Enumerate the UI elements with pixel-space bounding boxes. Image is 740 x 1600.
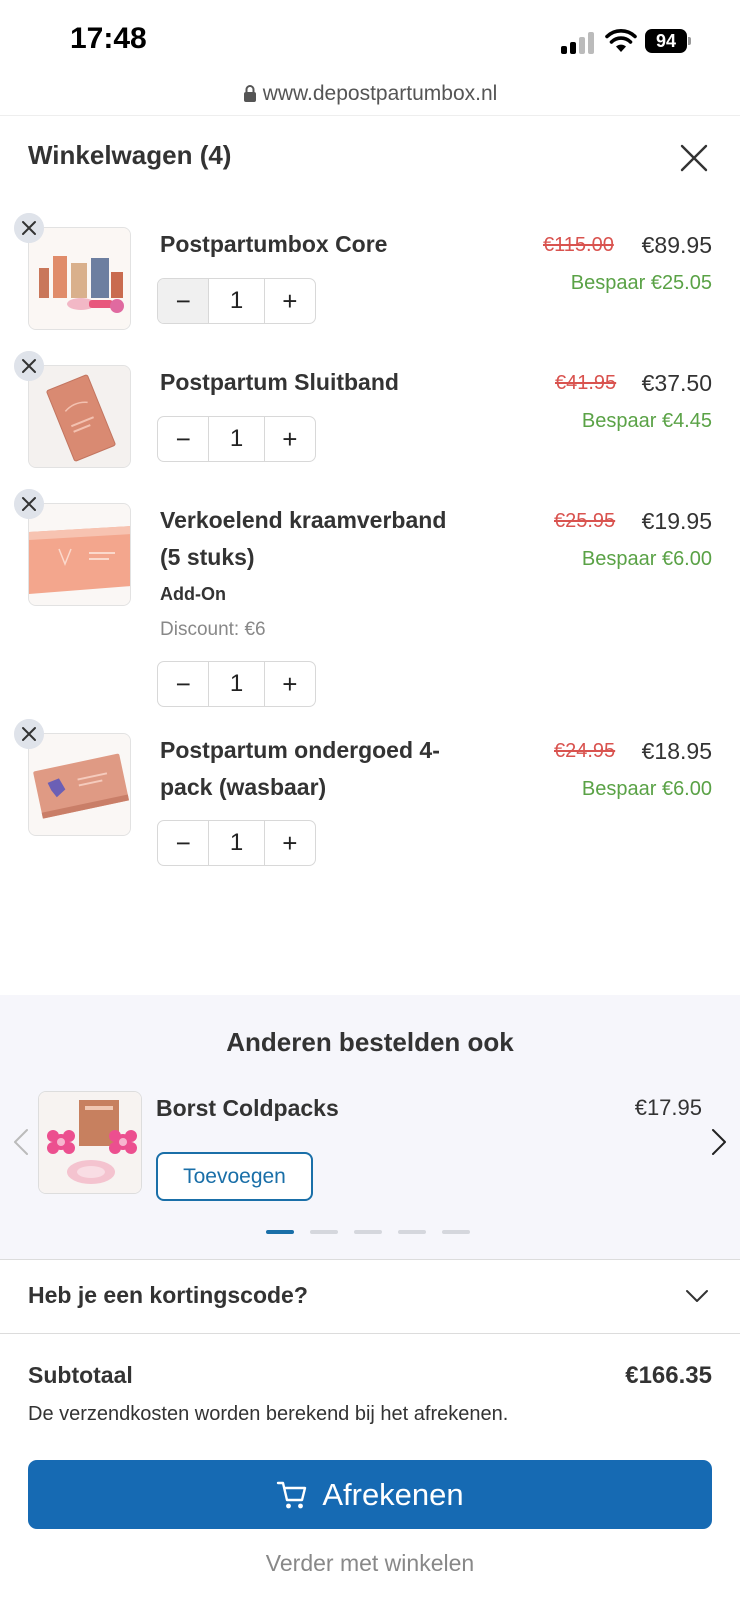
item-price: €89.95 <box>641 232 712 258</box>
item-savings: Bespaar €6.00 <box>581 548 712 570</box>
increase-qty-button[interactable]: + <box>265 821 315 865</box>
divider <box>0 115 740 116</box>
item-savings: Bespaar €6.00 <box>581 778 712 800</box>
status-bar: 17:48 94 <box>0 0 740 80</box>
divider <box>0 1259 740 1260</box>
item-name[interactable]: Postpartum ondergoed 4-pack (wasbaar) <box>160 732 480 806</box>
address-bar[interactable]: www.depostpartumbox.nl <box>0 82 740 114</box>
decrease-qty-button[interactable]: − <box>158 821 208 865</box>
item-savings: Bespaar €4.45 <box>581 410 712 432</box>
divider <box>0 1333 740 1334</box>
shipping-note: De verzendkosten worden berekend bij het… <box>28 1403 509 1425</box>
quantity-stepper: − 1 + <box>157 416 316 462</box>
item-savings: Bespaar €25.05 <box>570 272 712 294</box>
increase-qty-button[interactable]: + <box>265 417 315 461</box>
item-name[interactable]: Postpartumbox Core <box>160 226 480 263</box>
wifi-icon <box>605 29 637 52</box>
remove-item-icon[interactable] <box>14 213 44 243</box>
quantity-stepper: − 1 + <box>157 820 316 866</box>
item-old-price: €25.95 <box>554 510 616 532</box>
coupon-label: Heb je een kortingscode? <box>28 1282 308 1308</box>
item-price: €37.50 <box>641 370 712 396</box>
chevron-down-icon <box>686 1290 708 1302</box>
lock-icon <box>243 85 256 102</box>
quantity-stepper: − 1 + <box>157 661 316 707</box>
product-image[interactable] <box>28 503 131 606</box>
decrease-qty-button[interactable]: − <box>158 662 208 706</box>
carousel-dot[interactable] <box>442 1230 470 1234</box>
item-name[interactable]: Verkoelend kraamverband (5 stuks) <box>160 502 460 576</box>
carousel-dot[interactable] <box>266 1230 294 1234</box>
quantity-value[interactable]: 1 <box>208 821 265 865</box>
increase-qty-button[interactable]: + <box>265 279 315 323</box>
chevron-right-icon[interactable] <box>710 1127 728 1157</box>
remove-item-icon[interactable] <box>14 719 44 749</box>
cellular-signal-icon <box>561 32 597 54</box>
recommendations-section: Anderen bestelden ook Borst Coldpacks €1… <box>0 995 740 1260</box>
checkout-button[interactable]: Afrekenen <box>28 1460 712 1529</box>
quantity-value[interactable]: 1 <box>208 662 265 706</box>
carousel-dot[interactable] <box>310 1230 338 1234</box>
item-price: €18.95 <box>641 738 712 764</box>
quantity-value[interactable]: 1 <box>208 279 265 323</box>
item-old-price: €115.00 <box>543 234 614 256</box>
coupon-toggle[interactable]: Heb je een kortingscode? <box>0 1262 740 1332</box>
recommendations-title: Anderen bestelden ook <box>226 1027 514 1057</box>
checkout-label: Afrekenen <box>322 1476 464 1512</box>
carousel-dot[interactable] <box>354 1230 382 1234</box>
product-image[interactable] <box>28 365 131 468</box>
addon-tag: Add-On <box>160 584 226 604</box>
increase-qty-button[interactable]: + <box>265 662 315 706</box>
quantity-value[interactable]: 1 <box>208 417 265 461</box>
chevron-left-icon[interactable] <box>12 1127 30 1157</box>
battery-icon: 94 <box>645 29 691 53</box>
remove-item-icon[interactable] <box>14 489 44 519</box>
cart-title: Winkelwagen (4) <box>28 140 232 170</box>
carousel-dot[interactable] <box>398 1230 426 1234</box>
add-to-cart-button[interactable]: Toevoegen <box>156 1152 313 1201</box>
url-text: www.depostpartumbox.nl <box>262 82 498 105</box>
subtotal-label: Subtotaal <box>28 1362 133 1388</box>
carousel-pagination <box>266 1230 470 1234</box>
rec-product-name[interactable]: Borst Coldpacks <box>156 1095 339 1122</box>
item-old-price: €24.95 <box>554 740 616 762</box>
item-discount: Discount: €6 <box>160 619 266 640</box>
battery-level: 94 <box>645 29 687 53</box>
product-image[interactable] <box>28 733 131 836</box>
remove-item-icon[interactable] <box>14 351 44 381</box>
status-time: 17:48 <box>70 22 147 55</box>
decrease-qty-button[interactable]: − <box>158 417 208 461</box>
quantity-stepper: − 1 + <box>157 278 316 324</box>
subtotal-value: €166.35 <box>625 1362 712 1389</box>
close-icon[interactable] <box>678 142 710 174</box>
product-image[interactable] <box>28 227 131 330</box>
item-old-price: €41.95 <box>555 372 617 394</box>
continue-shopping-link[interactable]: Verder met winkelen <box>0 1550 740 1577</box>
decrease-qty-button[interactable]: − <box>158 279 209 323</box>
item-name[interactable]: Postpartum Sluitband <box>160 364 480 401</box>
product-image[interactable] <box>38 1091 142 1194</box>
rec-product-price: €17.95 <box>634 1095 702 1120</box>
cart-icon <box>277 1481 307 1508</box>
item-price: €19.95 <box>641 508 712 534</box>
